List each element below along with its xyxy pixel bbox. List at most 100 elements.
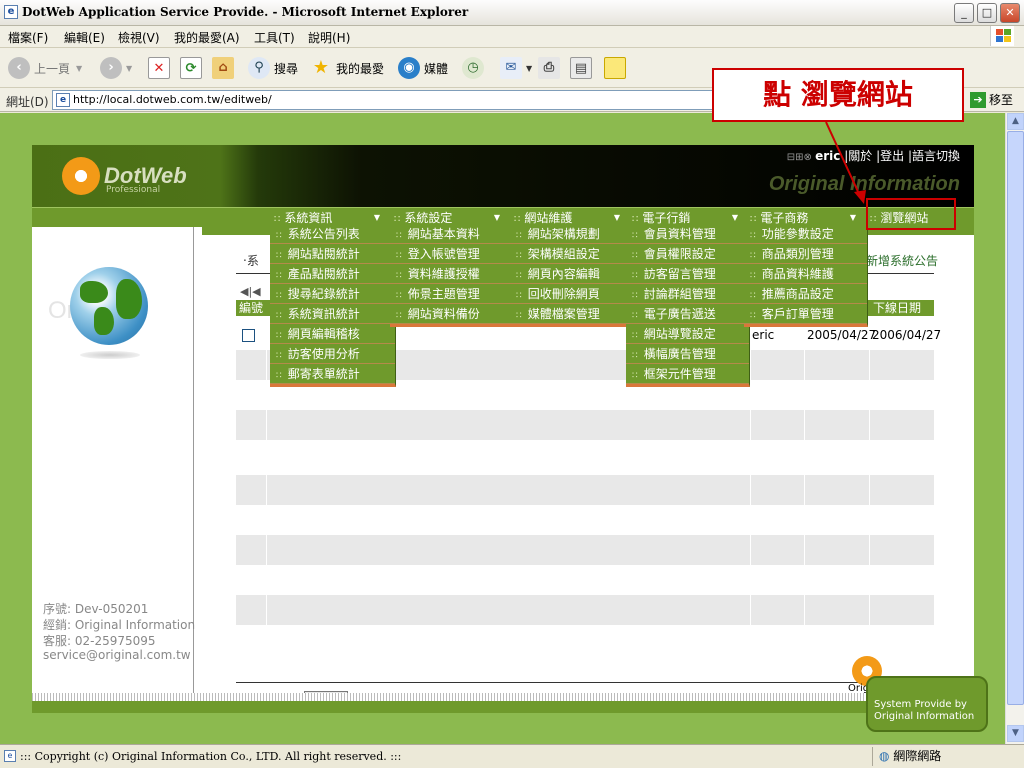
menu-view[interactable]: 檢視(V)	[118, 29, 160, 46]
menu-item[interactable]: ∷ 網頁編輯稽核	[270, 324, 395, 344]
vertical-scrollbar[interactable]: ▲ ▼	[1005, 113, 1024, 744]
dropdown-e-commerce: ∷ 功能參數設定 ∷ 商品類別管理 ∷ 商品資料維護 ∷ 推薦商品設定 ∷ 客戶訂單管理	[744, 224, 868, 327]
menu-item[interactable]: ∷ 會員權限設定	[626, 244, 749, 264]
media-button[interactable]: ◉ 媒體	[398, 56, 448, 80]
status-bar: e ::: Copyright (c) Original Information…	[0, 744, 1024, 768]
menu-dots-icon: ∷	[750, 291, 756, 301]
divider	[236, 682, 934, 683]
row-checkbox[interactable]	[242, 320, 255, 350]
menu-item[interactable]: ∷ 網站導覽設定	[626, 324, 749, 344]
menu-dots-icon: ∷	[632, 291, 638, 301]
table-row	[236, 505, 934, 535]
menu-item[interactable]: ∷ 登入帳號管理	[390, 244, 513, 264]
menu-item[interactable]: ∷ 網站資料備份	[390, 304, 513, 324]
menu-item[interactable]: ∷ 網站架構規劃	[510, 224, 627, 244]
menu-item[interactable]: ∷ 產品點閱統計	[270, 264, 395, 284]
back-arrow-icon: ‹	[8, 57, 30, 79]
row-offline-date: 2006/04/27	[872, 328, 942, 342]
table-row	[236, 440, 934, 470]
pager-first-icon[interactable]: ◀|◀	[240, 285, 261, 298]
nav-label: 系統資訊	[284, 211, 333, 225]
support-email: service@original.com.tw	[43, 648, 191, 662]
menu-item[interactable]: ∷ 會員資料管理	[626, 224, 749, 244]
refresh-button[interactable]: ⟳	[180, 56, 206, 80]
footer-bar	[32, 701, 974, 713]
add-announcement-link[interactable]: 新增系統公告	[866, 252, 938, 269]
close-button[interactable]: ✕	[1000, 3, 1020, 23]
scroll-down-icon[interactable]: ▼	[1007, 725, 1024, 742]
maximize-button[interactable]: □	[977, 3, 997, 23]
menu-dots-icon: ∷	[632, 371, 638, 381]
menu-dots-icon: ∷	[632, 251, 638, 261]
menu-item[interactable]: ∷ 佈景主題管理	[390, 284, 513, 304]
menu-item[interactable]: ∷ 網站點閱統計	[270, 244, 395, 264]
menu-dots-icon: ∷	[516, 311, 522, 321]
menu-item[interactable]: ∷ 訪客留言管理	[626, 264, 749, 284]
menu-item[interactable]: ∷ 網站基本資料	[390, 224, 513, 244]
menu-help[interactable]: 說明(H)	[308, 29, 350, 46]
menu-item[interactable]: ∷ 功能參數設定	[744, 224, 867, 244]
menu-item[interactable]: ∷ 推薦商品設定	[744, 284, 867, 304]
menu-item[interactable]: ∷ 訪客使用分析	[270, 344, 395, 364]
menu-item[interactable]: ∷ 橫幅廣告管理	[626, 344, 749, 364]
stop-button[interactable]: ✕	[148, 56, 174, 80]
menu-favorites[interactable]: 我的最愛(A)	[174, 29, 240, 46]
minimize-button[interactable]: _	[954, 3, 974, 23]
menu-dots-icon: ∷	[276, 271, 282, 281]
menu-item[interactable]: ∷ 客戶訂單管理	[744, 304, 867, 324]
menu-dots-icon: ∷	[632, 311, 638, 321]
menu-item[interactable]: ∷ 系統資訊統計	[270, 304, 395, 324]
menu-dots-icon: ∷	[516, 251, 522, 261]
forward-button[interactable]: › ▼	[100, 56, 132, 80]
scroll-thumb[interactable]	[1007, 131, 1024, 705]
menu-dots-icon: ∷	[516, 291, 522, 301]
annotation-callout: 點 瀏覽網站	[712, 68, 964, 122]
menu-item[interactable]: ∷ 郵寄表單統計	[270, 364, 395, 384]
menu-dots-icon: ∷	[396, 311, 402, 321]
menu-dots-icon: ∷	[750, 311, 756, 321]
menu-item[interactable]: ∷ 商品資料維護	[744, 264, 867, 284]
messenger-button[interactable]	[604, 56, 630, 80]
menu-item[interactable]: ∷ 系統公告列表	[270, 224, 395, 244]
nav-label: 網站維護	[524, 211, 573, 225]
menu-item[interactable]: ∷ 電子廣告遞送	[626, 304, 749, 324]
menu-item[interactable]: ∷ 資料維護授權	[390, 264, 513, 284]
zone-indicator: ◍ 網際網路	[872, 747, 1022, 766]
go-button[interactable]: ➔ 移至	[970, 91, 1013, 108]
menu-item[interactable]: ∷ 回收刪除網頁	[510, 284, 627, 304]
breadcrumb: ‧系	[243, 254, 259, 268]
menu-tools[interactable]: 工具(T)	[254, 29, 295, 46]
search-label: 搜尋	[274, 61, 299, 76]
back-button[interactable]: ‹ 上一頁 ▼	[8, 56, 82, 80]
menu-item[interactable]: ∷ 媒體檔案管理	[510, 304, 627, 324]
menu-dots-icon: ∷	[516, 231, 522, 241]
menu-dots-icon: ∷	[276, 311, 282, 321]
favorites-button[interactable]: ★ 我的最愛	[310, 56, 384, 80]
table-row	[236, 595, 934, 625]
edit-page-button[interactable]: ▤	[570, 56, 596, 80]
menu-dots-icon: ∷	[396, 291, 402, 301]
print-button[interactable]: ⎙	[538, 56, 564, 80]
search-button[interactable]: ⚲ 搜尋	[248, 56, 298, 80]
menu-item[interactable]: ∷ 架構模組設定	[510, 244, 627, 264]
menu-edit[interactable]: 編輯(E)	[64, 29, 105, 46]
menu-file[interactable]: 檔案(F)	[8, 29, 48, 46]
home-button[interactable]: ⌂	[212, 56, 238, 80]
menu-item[interactable]: ∷ 網頁內容編輯	[510, 264, 627, 284]
menu-item[interactable]: ∷ 討論群組管理	[626, 284, 749, 304]
menu-item[interactable]: ∷ 框架元件管理	[626, 364, 749, 384]
mail-dropdown-icon: ▼	[526, 63, 533, 73]
mail-button[interactable]: ✉ ▼	[500, 56, 532, 80]
status-page-icon: e	[4, 750, 16, 762]
scroll-up-icon[interactable]: ▲	[1007, 113, 1024, 130]
history-button[interactable]: ◷	[462, 56, 488, 80]
dropdown-e-marketing: ∷ 會員資料管理 ∷ 會員權限設定 ∷ 訪客留言管理 ∷ 討論群組管理 ∷ 電子廣告遞送 …	[626, 224, 750, 387]
address-label: 網址(D)	[6, 95, 49, 109]
menu-item[interactable]: ∷ 搜尋紀錄統計	[270, 284, 395, 304]
go-arrow-icon: ➔	[970, 91, 986, 108]
menu-dots-icon: ∷	[750, 251, 756, 261]
menu-item[interactable]: ∷ 商品類別管理	[744, 244, 867, 264]
table-row	[236, 410, 934, 440]
forward-dropdown-icon: ▼	[126, 63, 133, 73]
col-number: 編號	[239, 301, 264, 315]
